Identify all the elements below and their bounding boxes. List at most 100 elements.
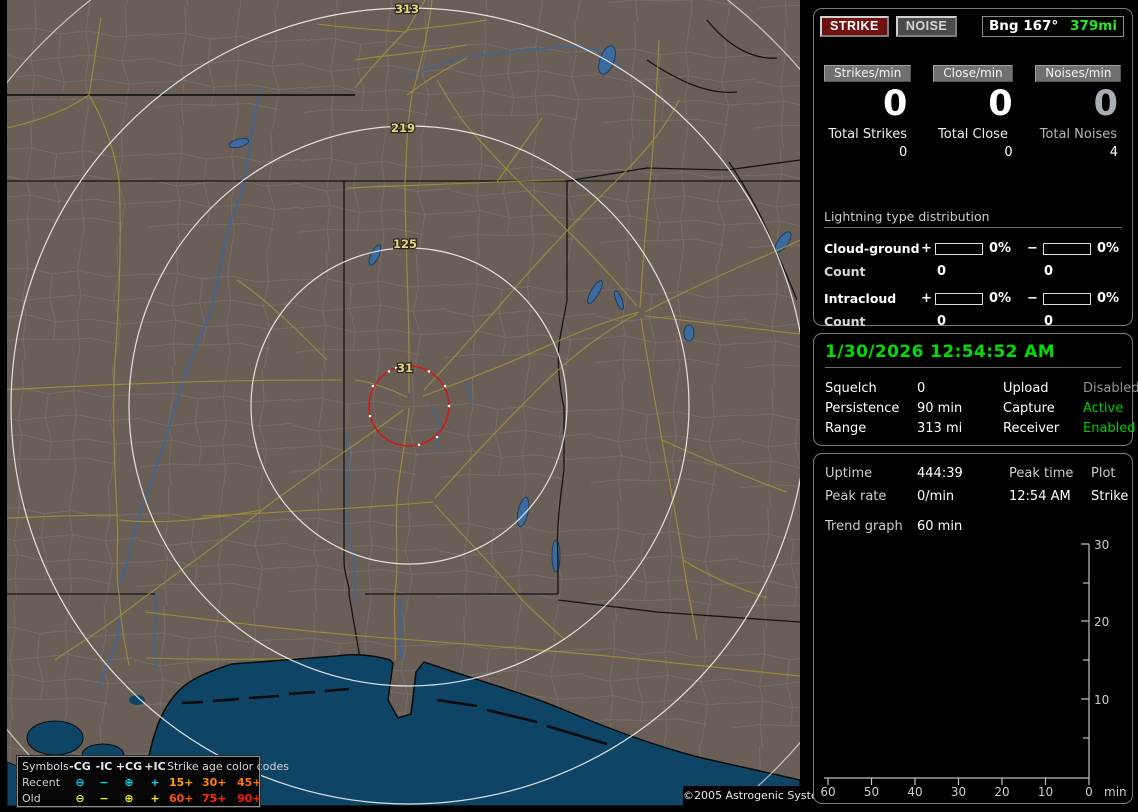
bearing-distance: 379mi xyxy=(1070,18,1117,34)
mode-button-row: STRIKE NOISE Bng 167° 379mi xyxy=(820,16,1124,37)
cloud-ground-count-row: Count 0 0 xyxy=(824,260,1122,283)
age-60: 60+ xyxy=(169,791,194,805)
status-row: Persistence 90 min Capture Active xyxy=(825,398,1123,418)
total-noises-value: 4 xyxy=(1109,145,1118,161)
neg-ic-old-icon: − xyxy=(99,791,109,805)
y-tick-20: 20 xyxy=(1094,615,1109,629)
x-tick-60: 60 xyxy=(820,785,835,798)
squelch-label: Squelch xyxy=(825,380,877,396)
total-strikes-value: 0 xyxy=(899,145,908,161)
total-noises-label: Total Noises xyxy=(1039,127,1117,143)
cg-count-label: Count xyxy=(824,264,866,279)
ring-label-125: 125 xyxy=(393,237,417,251)
x-axis-unit: min xyxy=(1104,785,1127,798)
strikes-counter-column: Strikes/min 0 Total Strikes 0 xyxy=(818,65,917,160)
stats-panel: Uptime 444:39 Peak time Plot Peak rate 0… xyxy=(813,453,1133,804)
uptime-value: 444:39 xyxy=(917,466,963,481)
x-tick-20: 20 xyxy=(994,785,1009,798)
plus-sign: + xyxy=(921,241,932,256)
cg-plus-pct: 0% xyxy=(989,241,1012,256)
uptime-label: Uptime xyxy=(825,466,873,481)
legend-col-pos-cg: +CG xyxy=(115,759,143,773)
intracloud-count-row: Count 0 0 xyxy=(824,310,1122,333)
legend-row-recent: Recent ⊖ − ⊕ + 15+ 30+ 45+ xyxy=(22,774,262,790)
x-tick-50: 50 xyxy=(864,785,879,798)
strike-mode-button[interactable]: STRIKE xyxy=(820,16,889,37)
x-tick-30: 30 xyxy=(951,785,966,798)
upload-status: Disabled xyxy=(1083,380,1138,396)
lightning-distribution: Lightning type distribution Cloud-ground… xyxy=(824,209,1122,337)
neg-cg-recent-icon: ⊖ xyxy=(75,775,85,789)
x-tick-40: 40 xyxy=(907,785,922,798)
plot-label: Plot xyxy=(1091,466,1116,481)
ring-label-313: 313 xyxy=(395,2,419,16)
plus-sign: + xyxy=(921,291,932,306)
trend-graph-label: Trend graph xyxy=(825,518,903,534)
noises-counter-column: Noises/min 0 Total Noises 4 xyxy=(1029,65,1128,160)
noise-mode-button[interactable]: NOISE xyxy=(895,16,958,37)
pos-ic-recent-icon: + xyxy=(150,775,160,789)
legend-age-header: Strike age color codes xyxy=(167,759,289,773)
counters-panel: STRIKE NOISE Bng 167° 379mi Strikes/min … xyxy=(813,8,1133,329)
total-close-label: Total Close xyxy=(938,127,1008,143)
x-axis-ticks xyxy=(827,778,1090,785)
legend-old-label: Old xyxy=(22,791,41,805)
lightning-map[interactable]: 313 219 125 31 Symbols -CG -IC +CG +IC S… xyxy=(7,0,834,808)
range-label: Range xyxy=(825,420,867,436)
trend-window-value: 60 min xyxy=(917,518,963,534)
age-90: 90+ xyxy=(237,791,262,805)
peak-time-label: Peak time xyxy=(1009,466,1074,481)
squelch-value: 0 xyxy=(917,380,926,396)
cg-minus-bar xyxy=(1043,242,1091,255)
pos-cg-old-icon: ⊕ xyxy=(124,791,134,805)
noises-per-min-label: Noises/min xyxy=(1035,65,1122,82)
plot-type-value: Strike xyxy=(1091,489,1129,504)
capture-label: Capture xyxy=(1003,400,1055,416)
pos-ic-old-icon: + xyxy=(150,791,160,805)
total-strikes-label: Total Strikes xyxy=(828,127,907,143)
map-canvas: 313 219 125 31 xyxy=(7,0,800,806)
status-panel: 1/30/2026 12:54:52 AM Squelch 0 Upload D… xyxy=(813,333,1138,446)
total-close-value: 0 xyxy=(1004,145,1013,161)
y-axis-ticks xyxy=(1081,543,1089,739)
legend-col-neg-cg: -CG xyxy=(69,759,91,773)
receiver-status: Enabled xyxy=(1083,420,1136,436)
trend-graph-row: Trend graph 60 min xyxy=(825,515,1121,537)
cg-plus-bar xyxy=(935,242,983,255)
legend-row-old: Old ⊖ − ⊕ + 60+ 75+ 90+ xyxy=(22,790,262,806)
stats-row: Uptime 444:39 Peak time Plot xyxy=(825,462,1121,485)
cloud-ground-label: Cloud-ground xyxy=(824,241,920,256)
x-tick-0: 0 xyxy=(1085,785,1093,798)
cg-plus-count: 0 xyxy=(937,264,947,279)
receiver-label: Receiver xyxy=(1003,420,1060,436)
ring-label-219: 219 xyxy=(391,121,415,135)
ic-plus-bar xyxy=(935,292,983,305)
y-tick-10: 10 xyxy=(1094,693,1109,707)
age-45: 45+ xyxy=(237,775,262,789)
legend-col-pos-ic: +IC xyxy=(144,759,166,773)
rate-counters: Strikes/min 0 Total Strikes 0 Close/min … xyxy=(818,65,1128,160)
ic-minus-bar xyxy=(1043,292,1091,305)
peak-rate-label: Peak rate xyxy=(825,489,887,504)
y-tick-30: 30 xyxy=(1094,538,1109,552)
noises-per-min-value: 0 xyxy=(1093,84,1118,124)
map-legend: Symbols -CG -IC +CG +IC Strike age color… xyxy=(16,755,289,808)
ic-minus-count: 0 xyxy=(1044,314,1054,329)
ic-minus-pct: 0% xyxy=(1097,291,1120,306)
bearing-value: Bng 167° xyxy=(989,18,1059,34)
distribution-title: Lightning type distribution xyxy=(824,209,1122,228)
legend-symbols-header: Symbols xyxy=(22,759,69,773)
datetime-display: 1/30/2026 12:54:52 AM xyxy=(825,342,1121,368)
ic-plus-pct: 0% xyxy=(989,291,1012,306)
range-value: 313 mi xyxy=(917,420,963,436)
neg-ic-recent-icon: − xyxy=(99,775,109,789)
legend-col-neg-ic: -IC xyxy=(95,759,113,773)
cloud-ground-row: Cloud-ground + 0% − 0% xyxy=(824,237,1122,260)
stats-row: Peak rate 0/min 12:54 AM Strike xyxy=(825,485,1128,508)
age-30: 30+ xyxy=(202,775,227,789)
persistence-value: 90 min xyxy=(917,400,963,416)
persistence-label: Persistence xyxy=(825,400,900,416)
trend-graph-chart: 30 20 10 60 50 40 30 20 10 0 min xyxy=(820,538,1127,798)
x-tick-10: 10 xyxy=(1038,785,1053,798)
status-row: Range 313 mi Receiver Enabled xyxy=(825,418,1136,438)
